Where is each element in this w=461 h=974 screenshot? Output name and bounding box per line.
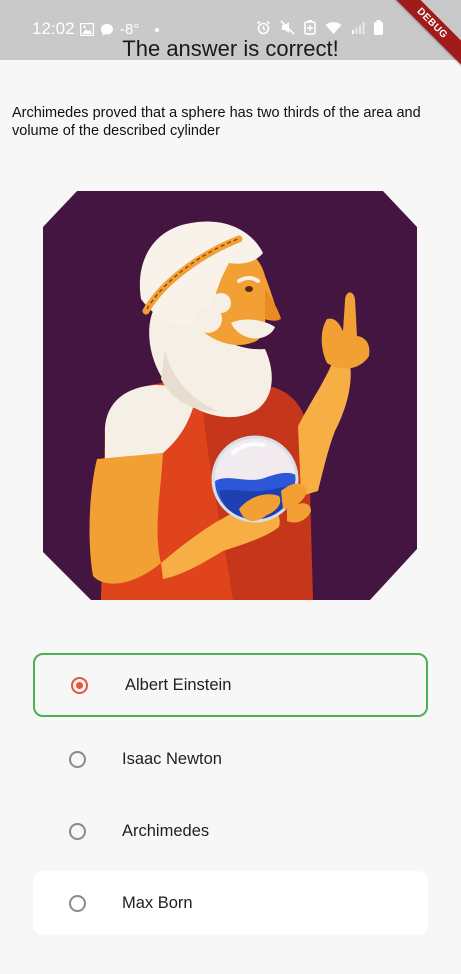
option-label: Albert Einstein — [125, 675, 232, 694]
debug-banner: DEBUG — [381, 0, 461, 80]
radio-button-checked[interactable] — [71, 676, 88, 694]
signal-icon — [351, 21, 365, 35]
mute-icon — [280, 20, 295, 35]
option-label: Max Born — [122, 893, 193, 912]
option-archimedes[interactable]: Archimedes — [33, 799, 428, 863]
message-icon — [100, 23, 114, 37]
status-right-icons — [256, 20, 383, 35]
option-albert-einstein[interactable]: Albert Einstein — [33, 653, 428, 717]
wifi-icon — [325, 21, 342, 35]
question-text: Archimedes proved that a sphere has two … — [12, 105, 421, 139]
battery-saver-icon — [304, 20, 316, 35]
gallery-icon — [80, 23, 94, 36]
radio-button[interactable] — [69, 750, 86, 768]
option-max-born[interactable]: Max Born — [33, 871, 428, 935]
radio-button[interactable] — [69, 822, 86, 840]
option-isaac-newton[interactable]: Isaac Newton — [33, 727, 428, 791]
archimedes-illustration — [43, 191, 417, 600]
radio-button[interactable] — [69, 894, 86, 912]
option-label: Archimedes — [122, 821, 210, 840]
debug-ribbon-label: DEBUG — [387, 0, 461, 69]
option-label: Isaac Newton — [122, 749, 222, 768]
alarm-icon — [256, 20, 271, 35]
notification-dot — [155, 27, 160, 32]
